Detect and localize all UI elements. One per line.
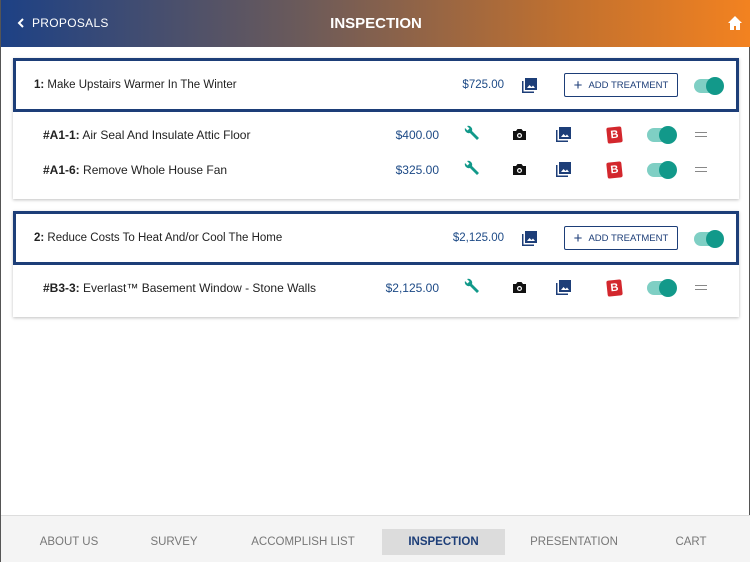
- plus-icon: +: [573, 76, 583, 94]
- gallery-icon[interactable]: [556, 127, 571, 145]
- wrench-icon[interactable]: [462, 125, 480, 146]
- b-book-icon[interactable]: B: [606, 126, 623, 144]
- group-toggle[interactable]: [694, 77, 724, 95]
- camera-icon[interactable]: [512, 281, 527, 297]
- treatment-row: #A1-6: Remove Whole House Fan $325.00 B: [13, 152, 739, 187]
- top-bar: PROPOSALS INSPECTION: [1, 0, 750, 47]
- group-title: 2: Reduce Costs To Heat And/or Cool The …: [34, 232, 282, 244]
- group-title: 1: Make Upstairs Warmer In The Winter: [34, 79, 237, 91]
- group-toggle[interactable]: [694, 230, 724, 248]
- treatment-title: #A1-6: Remove Whole House Fan: [43, 163, 227, 177]
- wrench-icon[interactable]: [462, 160, 480, 181]
- treatment-title: #B3-3: Everlast™ Basement Window - Stone…: [43, 281, 316, 295]
- treatment-title: #A1-1: Air Seal And Insulate Attic Floor: [43, 128, 250, 142]
- gallery-icon[interactable]: [522, 78, 537, 96]
- treatment-toggle[interactable]: [647, 279, 677, 297]
- drag-handle-icon[interactable]: [695, 132, 707, 137]
- drag-handle-icon[interactable]: [695, 167, 707, 172]
- gallery-icon[interactable]: [522, 231, 537, 249]
- add-treatment-label: ADD TREATMENT: [588, 79, 669, 91]
- group-number: 1:: [34, 79, 45, 91]
- tab-accomplish-list[interactable]: ACCOMPLISH LIST: [241, 529, 365, 555]
- proposal-group: 2: Reduce Costs To Heat And/or Cool The …: [13, 211, 739, 317]
- tab-cart[interactable]: CART: [661, 529, 721, 555]
- group-label: Reduce Costs To Heat And/or Cool The Hom…: [44, 232, 283, 244]
- b-book-icon[interactable]: B: [606, 279, 623, 297]
- group-label: Make Upstairs Warmer In The Winter: [44, 79, 237, 91]
- bottom-tab-bar: ABOUT US SURVEY ACCOMPLISH LIST INSPECTI…: [1, 515, 750, 562]
- proposal-group: 1: Make Upstairs Warmer In The Winter $7…: [13, 58, 739, 199]
- tab-about-us[interactable]: ABOUT US: [29, 529, 109, 555]
- treatment-toggle[interactable]: [647, 126, 677, 144]
- b-book-icon[interactable]: B: [606, 161, 623, 179]
- gallery-icon[interactable]: [556, 280, 571, 298]
- camera-icon[interactable]: [512, 163, 527, 179]
- plus-icon: +: [573, 229, 583, 247]
- home-icon[interactable]: [727, 15, 743, 31]
- tab-presentation[interactable]: PRESENTATION: [523, 529, 625, 555]
- camera-icon[interactable]: [512, 128, 527, 144]
- treatment-code: #A1-1:: [43, 128, 80, 142]
- group-number: 2:: [34, 232, 45, 244]
- tab-survey[interactable]: SURVEY: [141, 529, 207, 555]
- treatment-row: #A1-1: Air Seal And Insulate Attic Floor…: [13, 117, 739, 152]
- treatment-code: #A1-6:: [43, 163, 80, 177]
- treatment-price: $325.00: [395, 163, 439, 177]
- treatment-price: $2,125.00: [385, 281, 439, 295]
- page-title: INSPECTION: [330, 15, 422, 32]
- group-header: 2: Reduce Costs To Heat And/or Cool The …: [13, 211, 739, 265]
- add-treatment-label: ADD TREATMENT: [588, 232, 669, 244]
- treatment-name: Remove Whole House Fan: [79, 163, 228, 177]
- treatment-price: $400.00: [395, 128, 439, 142]
- treatment-toggle[interactable]: [647, 161, 677, 179]
- treatment-code: #B3-3:: [43, 281, 80, 295]
- add-treatment-button[interactable]: + ADD TREATMENT: [564, 73, 678, 97]
- tab-inspection[interactable]: INSPECTION: [382, 529, 505, 555]
- gallery-icon[interactable]: [556, 162, 571, 180]
- add-treatment-button[interactable]: + ADD TREATMENT: [564, 226, 678, 250]
- drag-handle-icon[interactable]: [695, 285, 707, 290]
- treatment-name: Air Seal And Insulate Attic Floor: [79, 128, 251, 142]
- group-header: 1: Make Upstairs Warmer In The Winter $7…: [13, 58, 739, 112]
- treatment-row: #B3-3: Everlast™ Basement Window - Stone…: [13, 270, 739, 305]
- group-price: $725.00: [462, 79, 504, 91]
- treatment-name: Everlast™ Basement Window - Stone Walls: [79, 281, 316, 295]
- wrench-icon[interactable]: [462, 278, 480, 299]
- group-price: $2,125.00: [452, 232, 504, 244]
